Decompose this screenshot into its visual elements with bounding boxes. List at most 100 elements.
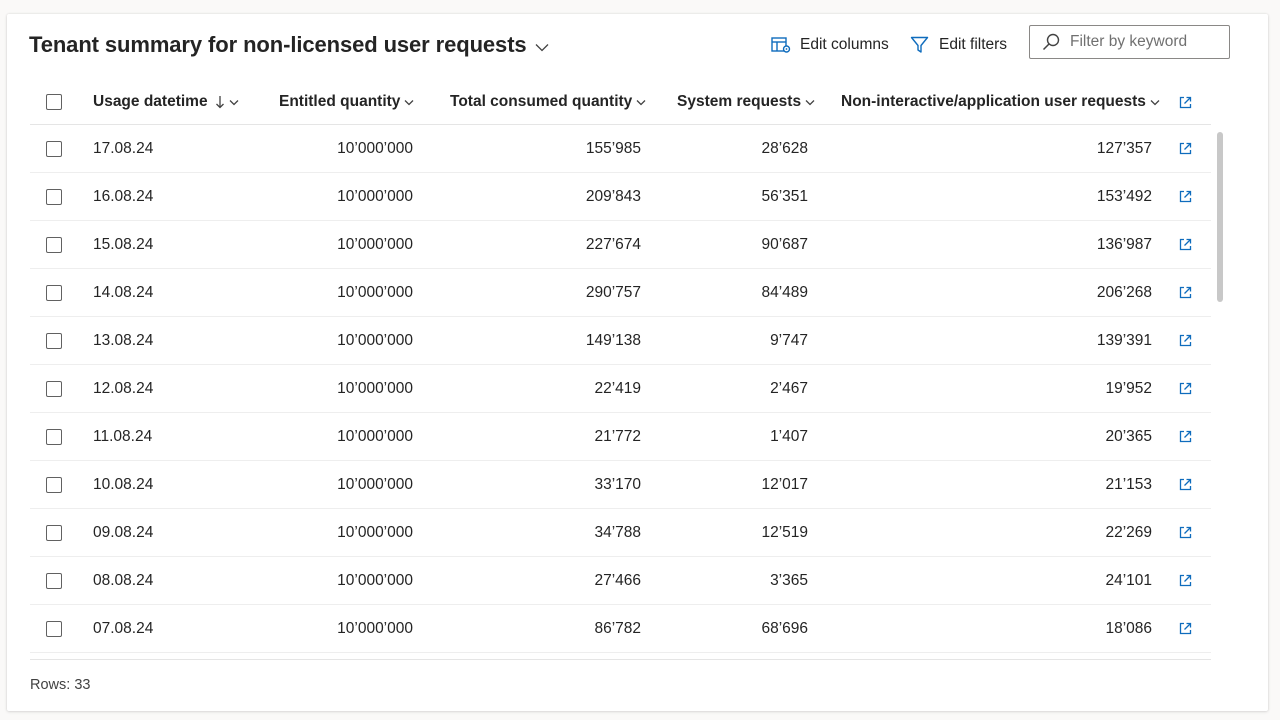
table-row[interactable]: 16.08.24 10’000’000 209’843 56’351 153’492 — [30, 173, 1211, 221]
row-checkbox[interactable] — [46, 140, 62, 157]
table-row[interactable]: 11.08.24 10’000’000 21’772 1’407 20’365 — [30, 413, 1211, 461]
row-checkbox[interactable] — [46, 620, 62, 637]
cell-system-requests: 12’017 — [761, 475, 808, 493]
open-in-new-icon — [1179, 382, 1192, 395]
column-header-total-consumed[interactable]: Total consumed quantity — [450, 80, 646, 124]
table-row[interactable]: 10.08.24 10’000’000 33’170 12’017 21’153 — [30, 461, 1211, 509]
chevron-down-icon — [404, 99, 414, 105]
chevron-down-icon — [229, 99, 239, 105]
search-icon — [1042, 33, 1060, 51]
open-row-button[interactable] — [1179, 269, 1192, 316]
row-checkbox-cell[interactable] — [46, 605, 62, 652]
row-checkbox[interactable] — [46, 428, 62, 445]
table-row[interactable]: 12.08.24 10’000’000 22’419 2’467 19’952 — [30, 365, 1211, 413]
cell-entitled-quantity: 10’000’000 — [337, 283, 413, 301]
cell-usage-datetime: 09.08.24 — [93, 523, 154, 541]
row-checkbox[interactable] — [46, 380, 62, 397]
cell-entitled-quantity: 10’000’000 — [337, 379, 413, 397]
open-in-new-header[interactable] — [1179, 80, 1192, 124]
row-checkbox-cell[interactable] — [46, 269, 62, 316]
edit-columns-button[interactable]: Edit columns — [771, 36, 889, 54]
column-label: Usage datetime — [93, 93, 208, 110]
cell-non-interactive: 19’952 — [1105, 379, 1152, 397]
cell-entitled-quantity: 10’000’000 — [337, 139, 413, 157]
row-checkbox-cell[interactable] — [46, 173, 62, 220]
open-in-new-icon — [1179, 286, 1192, 299]
edit-filters-label: Edit filters — [939, 36, 1008, 53]
page-title: Tenant summary for non-licensed user req… — [29, 32, 527, 57]
cell-non-interactive: 206’268 — [1096, 283, 1152, 301]
summary-card: Tenant summary for non-licensed user req… — [7, 14, 1268, 711]
view-title-dropdown[interactable]: Tenant summary for non-licensed user req… — [29, 32, 549, 58]
edit-columns-icon — [771, 37, 791, 53]
open-in-new-icon — [1179, 478, 1192, 491]
row-checkbox-cell[interactable] — [46, 509, 62, 556]
table-row[interactable]: 13.08.24 10’000’000 149’138 9’747 139’391 — [30, 317, 1211, 365]
select-all-checkbox[interactable] — [46, 80, 62, 124]
open-in-new-icon — [1179, 622, 1192, 635]
cell-system-requests: 12’519 — [761, 523, 808, 541]
column-header-system-requests[interactable]: System requests — [677, 80, 815, 124]
cell-total-consumed: 27’466 — [594, 571, 641, 589]
cell-non-interactive: 18’086 — [1105, 619, 1152, 637]
row-checkbox[interactable] — [46, 188, 62, 205]
edit-filters-button[interactable]: Edit filters — [910, 36, 1007, 54]
row-checkbox[interactable] — [46, 332, 62, 349]
table-row[interactable]: 15.08.24 10’000’000 227’674 90’687 136’987 — [30, 221, 1211, 269]
open-row-button[interactable] — [1179, 173, 1192, 220]
open-row-button[interactable] — [1179, 221, 1192, 268]
column-label: Entitled quantity — [279, 93, 401, 110]
cell-usage-datetime: 15.08.24 — [93, 235, 154, 253]
open-row-button[interactable] — [1179, 365, 1192, 412]
row-checkbox-cell[interactable] — [46, 125, 62, 172]
cell-non-interactive: 24’101 — [1105, 571, 1152, 589]
open-row-button[interactable] — [1179, 317, 1192, 364]
open-row-button[interactable] — [1179, 605, 1192, 652]
cell-usage-datetime: 14.08.24 — [93, 283, 154, 301]
open-row-button[interactable] — [1179, 461, 1192, 508]
table-row[interactable]: 17.08.24 10’000’000 155’985 28’628 127’357 — [30, 125, 1211, 173]
table-body: 17.08.24 10’000’000 155’985 28’628 127’357 16… — [30, 125, 1211, 653]
open-in-new-icon — [1179, 190, 1192, 203]
cell-total-consumed: 227’674 — [585, 235, 641, 253]
column-header-non-interactive[interactable]: Non-interactive/application user request… — [841, 80, 1160, 124]
row-checkbox[interactable] — [46, 284, 62, 301]
cell-total-consumed: 22’419 — [594, 379, 641, 397]
row-checkbox-cell[interactable] — [46, 557, 62, 604]
table-row[interactable]: 07.08.24 10’000’000 86’782 68’696 18’086 — [30, 605, 1211, 653]
row-checkbox[interactable] — [46, 572, 62, 589]
cell-non-interactive: 22’269 — [1105, 523, 1152, 541]
row-checkbox-cell[interactable] — [46, 461, 62, 508]
cell-total-consumed: 34’788 — [594, 523, 641, 541]
cell-usage-datetime: 07.08.24 — [93, 619, 154, 637]
open-row-button[interactable] — [1179, 509, 1192, 556]
cell-non-interactive: 153’492 — [1096, 187, 1152, 205]
row-checkbox[interactable] — [46, 524, 62, 541]
checkbox[interactable] — [46, 94, 62, 110]
column-header-usage-datetime[interactable]: Usage datetime — [93, 80, 239, 124]
vertical-scrollbar[interactable] — [1217, 132, 1223, 302]
column-header-entitled-quantity[interactable]: Entitled quantity — [279, 80, 414, 124]
filter-icon — [910, 36, 929, 53]
table-row[interactable]: 08.08.24 10’000’000 27’466 3’365 24’101 — [30, 557, 1211, 605]
open-row-button[interactable] — [1179, 557, 1192, 604]
row-checkbox-cell[interactable] — [46, 221, 62, 268]
cell-system-requests: 84’489 — [761, 283, 808, 301]
row-checkbox[interactable] — [46, 476, 62, 493]
cell-usage-datetime: 12.08.24 — [93, 379, 154, 397]
open-in-new-icon — [1179, 96, 1192, 108]
row-checkbox[interactable] — [46, 236, 62, 253]
column-label: System requests — [677, 93, 802, 110]
cell-usage-datetime: 16.08.24 — [93, 187, 154, 205]
search-input[interactable] — [1068, 32, 1222, 52]
search-box[interactable] — [1029, 25, 1230, 59]
row-checkbox-cell[interactable] — [46, 317, 62, 364]
row-checkbox-cell[interactable] — [46, 365, 62, 412]
cell-entitled-quantity: 10’000’000 — [337, 475, 413, 493]
cell-entitled-quantity: 10’000’000 — [337, 331, 413, 349]
table-row[interactable]: 09.08.24 10’000’000 34’788 12’519 22’269 — [30, 509, 1211, 557]
open-row-button[interactable] — [1179, 125, 1192, 172]
open-row-button[interactable] — [1179, 413, 1192, 460]
row-checkbox-cell[interactable] — [46, 413, 62, 460]
table-row[interactable]: 14.08.24 10’000’000 290’757 84’489 206’268 — [30, 269, 1211, 317]
